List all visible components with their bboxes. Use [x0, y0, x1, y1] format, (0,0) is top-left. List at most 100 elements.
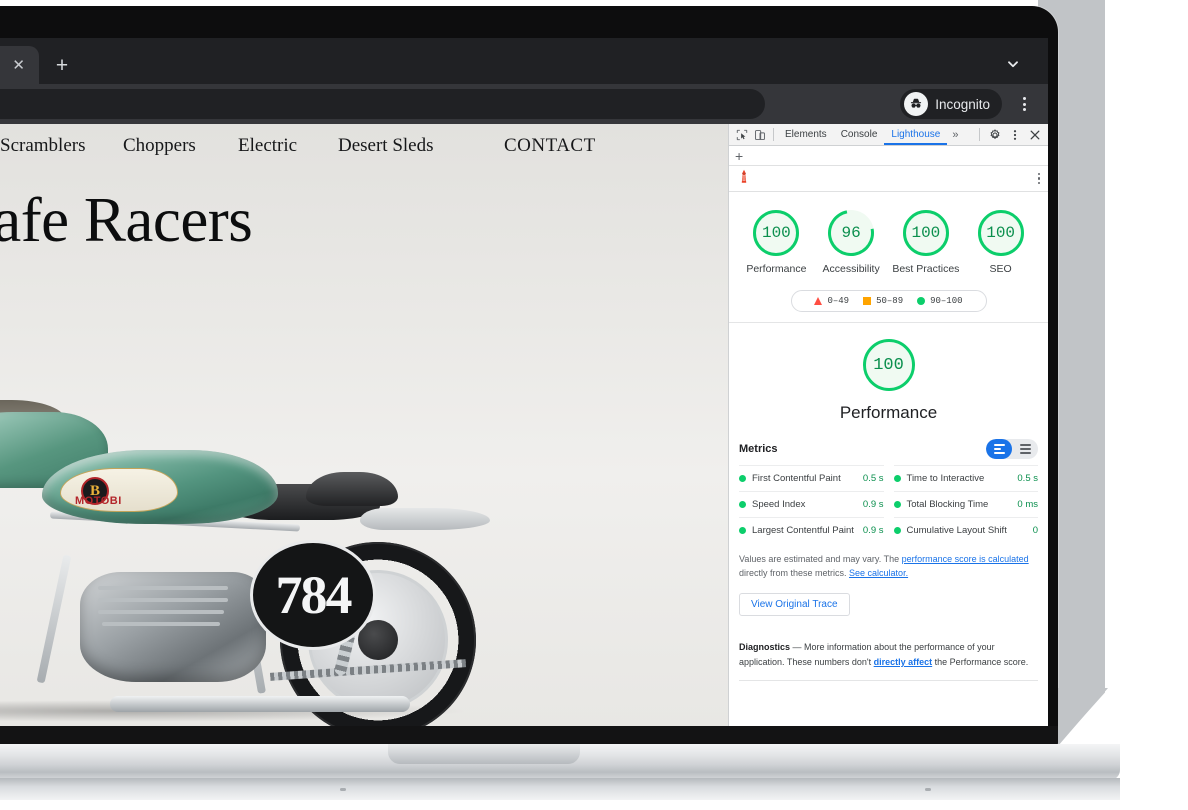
list-view-icon[interactable] — [1012, 439, 1038, 459]
device-toolbar-icon[interactable] — [751, 126, 769, 144]
metric-value: 0.5 s — [1017, 473, 1038, 485]
metric-value: 0 ms — [1017, 499, 1038, 511]
laptop-base-notch — [388, 744, 580, 764]
fuel-tank: B MOTOBI — [42, 450, 278, 524]
base-foot-left — [340, 788, 346, 791]
legend-average: 50–89 — [863, 296, 903, 306]
gauge-ring: 100 — [753, 210, 800, 256]
close-icon[interactable]: ✕ — [8, 56, 29, 75]
tab-lighthouse[interactable]: Lighthouse — [884, 124, 948, 145]
nav-link-contact[interactable]: CONTACT — [504, 135, 596, 157]
metric-name: Cumulative Layout Shift — [906, 525, 1007, 537]
metric-row[interactable]: First Contentful Paint 0.5 s — [739, 465, 884, 491]
gauge-score: 100 — [761, 224, 791, 242]
gear-icon[interactable] — [986, 126, 1004, 144]
browser-toolbar: ernracers.com Incognito — [0, 84, 1048, 124]
metric-row[interactable]: Cumulative Layout Shift 0 — [893, 517, 1038, 543]
gauge-score: 100 — [911, 224, 941, 242]
devtools-tabbar: Elements Console Lighthouse » — [729, 124, 1048, 146]
tab-elements[interactable]: Elements — [778, 124, 834, 145]
laptop-base-shadow — [0, 778, 1120, 800]
base-foot-right — [925, 788, 931, 791]
note-text-1: Values are estimated and may vary. The — [739, 554, 902, 565]
nav-link-electric[interactable]: Electric — [238, 135, 297, 157]
gauge-label: Best Practices — [892, 263, 960, 275]
expanded-view-icon[interactable] — [986, 439, 1012, 460]
laptop-lid: Modern Cafe Racer Bik ✕ + ernracers.com — [0, 6, 1058, 748]
metrics-view-toggle[interactable] — [986, 439, 1038, 460]
kebab-menu-icon[interactable] — [1014, 94, 1034, 114]
diagnostics-title: Diagnostics — [739, 642, 791, 652]
view-original-trace-button[interactable]: View Original Trace — [739, 593, 850, 616]
performance-score: 100 — [873, 355, 904, 375]
incognito-icon — [904, 92, 929, 116]
gauge-ring: 96 — [828, 210, 875, 256]
page-title: Modern Cafe Racers — [0, 185, 253, 255]
status-dot-pass — [893, 527, 901, 535]
chrome-browser-window: Modern Cafe Racer Bik ✕ + ernracers.com — [0, 38, 1048, 728]
gauge-best-practices[interactable]: 100 Best Practices — [891, 210, 961, 276]
see-calculator-link[interactable]: See calculator. — [849, 568, 908, 578]
metric-row[interactable]: Largest Contentful Paint 0.9 s — [739, 517, 884, 543]
kebab-menu-icon[interactable] — [1037, 172, 1040, 185]
performance-gauge: 100 — [862, 339, 915, 392]
laptop-screen: Modern Cafe Racer Bik ✕ + ernracers.com — [0, 38, 1048, 728]
diagnostics-section: Diagnostics — More information about the… — [729, 616, 1048, 670]
metric-name: Time to Interactive — [906, 473, 985, 485]
triangle-icon — [814, 297, 823, 306]
gauge-performance[interactable]: 100 Performance — [741, 210, 811, 276]
legend-range: 0–49 — [827, 296, 850, 307]
nav-link-desert-sleds[interactable]: Desert Sleds — [338, 135, 434, 157]
more-tabs-icon[interactable]: » — [947, 129, 963, 141]
category-scores: 100 Performance 96 Accessibility 100 Bes… — [729, 192, 1048, 324]
gauge-label: SEO — [989, 263, 1012, 275]
circle-icon — [917, 297, 926, 306]
tab-console[interactable]: Console — [834, 124, 885, 145]
nav-link-scramblers[interactable]: Scramblers — [0, 135, 85, 157]
incognito-indicator[interactable]: Incognito — [900, 89, 1002, 119]
address-bar[interactable]: ernracers.com — [0, 89, 765, 119]
legend-pass: 90–100 — [917, 296, 963, 307]
nav-link-choppers[interactable]: Choppers — [123, 135, 196, 157]
background-white-band — [1105, 0, 1115, 745]
score-gauges: 100 Performance 96 Accessibility 100 Bes… — [739, 210, 1038, 276]
metric-row[interactable]: Speed Index 0.9 s — [739, 491, 884, 517]
lighthouse-toolbar — [729, 166, 1048, 192]
note-text-2: directly from these metrics. — [739, 568, 850, 579]
motorcycle-image: B MOTOBI 784 — [0, 304, 610, 728]
gauge-accessibility[interactable]: 96 Accessibility — [816, 210, 886, 276]
metric-row[interactable]: Time to Interactive 0.5 s — [893, 465, 1038, 491]
gauge-label: Performance — [746, 263, 807, 275]
exhaust-pipe — [110, 696, 410, 712]
devtools-panel: Elements Console Lighthouse » + 100 Perf… — [728, 124, 1048, 728]
chevron-down-icon[interactable] — [998, 52, 1028, 76]
tab-title: Modern Cafe Racer Bik — [0, 58, 2, 73]
new-tab-button[interactable]: + — [49, 54, 75, 80]
status-dot-pass — [739, 527, 746, 535]
devtools-drawer-subbar: + — [729, 146, 1048, 166]
gauge-score: 96 — [841, 224, 861, 242]
metric-name: Speed Index — [752, 499, 806, 511]
diagnostics-text-2: the Performance score. — [932, 656, 1029, 667]
status-dot-pass — [893, 475, 901, 483]
status-dot-pass — [739, 475, 746, 483]
legend-range: 90–100 — [930, 296, 963, 307]
seat-cowl — [306, 472, 398, 506]
gauge-ring: 100 — [902, 210, 949, 256]
kebab-menu-icon[interactable] — [1006, 126, 1024, 144]
engine-block — [80, 572, 266, 682]
directly-affect-link[interactable]: directly affect — [874, 657, 933, 667]
gauge-seo[interactable]: 100 SEO — [966, 210, 1036, 276]
metric-value: 0.9 s — [862, 525, 884, 537]
performance-score-link[interactable]: performance score is calculated — [902, 554, 1029, 564]
legend-range: 50–89 — [876, 296, 904, 307]
add-panel-button[interactable]: + — [735, 149, 743, 163]
inspect-element-icon[interactable] — [733, 126, 751, 144]
tail-section — [360, 508, 490, 530]
metric-row[interactable]: Total Blocking Time 0 ms — [893, 491, 1038, 517]
metrics-title: Metrics — [739, 443, 778, 456]
race-number-plate: 784 — [250, 540, 376, 650]
gauge-ring: 100 — [977, 210, 1024, 256]
close-icon[interactable] — [1026, 126, 1044, 144]
browser-tab[interactable]: Modern Cafe Racer Bik ✕ — [0, 46, 39, 84]
